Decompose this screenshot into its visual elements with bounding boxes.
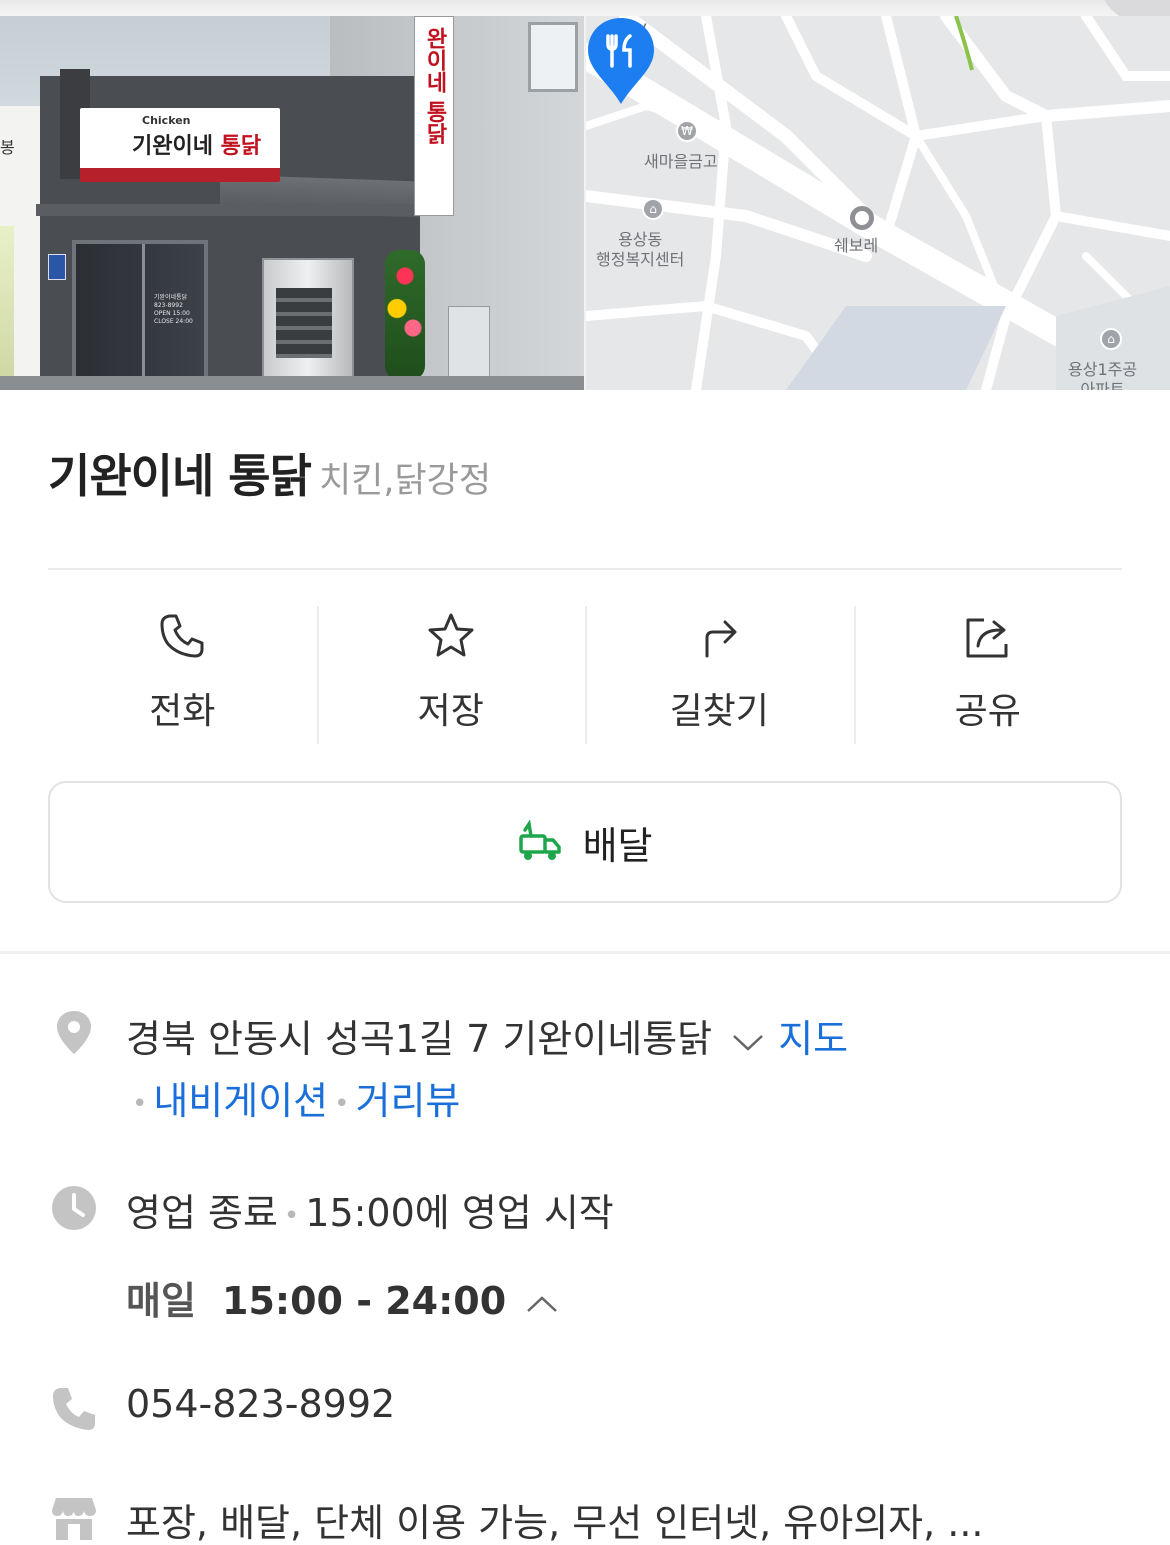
shop-signboard: Chicken 기완이네 통닭 — [80, 108, 280, 182]
hours-detail-row[interactable]: 매일 15:00 - 24:00 — [126, 1270, 572, 1325]
phone-icon — [160, 614, 204, 658]
address-links-row: • 내비게이션 • 거리뷰 — [132, 1079, 461, 1123]
navigation-link[interactable]: 내비게이션 — [153, 1079, 328, 1123]
hours-range: 15:00 - 24:00 — [222, 1279, 507, 1323]
address-text: 경북 안동시 성곡1길 7 기완이네통닭 — [126, 1017, 713, 1061]
chevron-up-icon[interactable] — [522, 1292, 562, 1316]
amenities-text: 포장, 배달, 단체 이용 가능, 무선 인터넷, 유아의자, ... — [126, 1501, 984, 1545]
clock-icon — [52, 1186, 96, 1230]
delivery-button[interactable]: 배달 — [48, 781, 1122, 903]
door-text: 기완이네통닭 823-8992 OPEN 15:00 CLOSE 24:00 — [154, 294, 193, 325]
address-plate — [48, 254, 66, 280]
share-button[interactable]: 공유 — [853, 590, 1123, 760]
map-link[interactable]: 지도 — [778, 1017, 848, 1061]
sign-subtitle: Chicken — [142, 114, 191, 127]
hours-status: 영업 종료 — [126, 1191, 278, 1235]
share-icon — [966, 618, 1008, 658]
storefront-photo[interactable]: 봉 Chicken 기완이네 통닭 완이네 통닭 기완이네통닭 823-8992… — [0, 16, 584, 390]
flower-wreath — [385, 250, 425, 380]
map-label-bank: 새마을금고 — [644, 152, 718, 171]
glass-door: 기완이네통닭 823-8992 OPEN 15:00 CLOSE 24:00 — [72, 240, 208, 390]
divider — [48, 568, 1122, 570]
delivery-truck-icon — [519, 819, 562, 860]
hours-status-row: 영업 종료 • 15:00에 영업 시작 — [126, 1191, 614, 1235]
hero-images: 봉 Chicken 기완이네 통닭 완이네 통닭 기완이네통닭 823-8992… — [0, 0, 1170, 390]
place-title-row: 기완이네 통닭 치킨,닭강정 — [48, 440, 491, 506]
action-bar: 전화 저장 길찾기 공유 — [48, 590, 1122, 760]
building-window — [528, 22, 578, 92]
delivery-label: 배달 — [582, 824, 653, 868]
target-marker-icon — [850, 206, 874, 230]
map-roads — [586, 16, 1170, 390]
save-label: 저장 — [417, 691, 484, 732]
directions-icon — [705, 620, 737, 658]
map-preview[interactable]: CGV ₩ 새마을금고 ⌂ 용상동 행정복지센터 쉐보레 ⌂ 용상1주공 아파트 — [586, 16, 1170, 390]
vertical-sign: 완이네 통닭 — [414, 16, 454, 216]
place-name: 기완이네 통닭 — [48, 449, 312, 503]
hours-next-open: 15:00에 영업 시작 — [305, 1191, 614, 1235]
place-category: 치킨,닭강정 — [318, 461, 492, 501]
star-icon — [428, 613, 474, 657]
left-building-sign: 봉 — [0, 138, 15, 157]
office-poi-icon: ⌂ — [642, 198, 664, 220]
phone-number[interactable]: 054-823-8992 — [126, 1382, 395, 1426]
directions-button[interactable]: 길찾기 — [585, 590, 854, 760]
chevron-down-icon[interactable] — [728, 1030, 768, 1054]
save-button[interactable]: 저장 — [316, 590, 586, 760]
map-label-office: 용상동 행정복지센터 — [596, 230, 685, 269]
section-divider — [0, 951, 1170, 954]
hours-days: 매일 — [126, 1279, 196, 1323]
streetview-link[interactable]: 거리뷰 — [356, 1079, 461, 1123]
bank-poi-icon: ₩ — [676, 120, 698, 142]
rotisserie-oven — [262, 258, 354, 388]
phone-info-icon — [53, 1388, 95, 1430]
share-label: 공유 — [954, 691, 1021, 732]
apartment-poi-icon: ⌂ — [1100, 328, 1122, 350]
map-label-restaurant: 쉐보레 — [834, 236, 879, 255]
directions-label: 길찾기 — [669, 691, 769, 732]
call-label: 전화 — [149, 691, 216, 732]
address-row: 경북 안동시 성곡1길 7 기완이네통닭 지도 — [126, 1008, 848, 1063]
wreath — [0, 226, 14, 390]
location-pin-icon — [57, 1011, 91, 1054]
call-button[interactable]: 전화 — [48, 590, 317, 760]
restaurant-pin-icon — [588, 18, 654, 104]
store-icon — [52, 1498, 96, 1540]
status-strip — [0, 0, 1170, 16]
map-label-apartment: 용상1주공 아파트 — [1068, 360, 1138, 390]
sign-title: 기완이네 통닭 — [132, 134, 262, 159]
